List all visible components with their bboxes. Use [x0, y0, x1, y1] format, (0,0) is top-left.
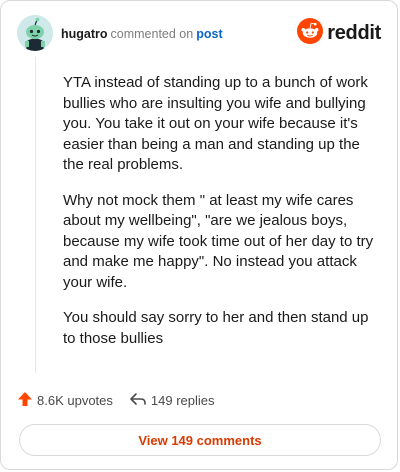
byline-action: commented on: [110, 27, 194, 41]
reply-count: 149 replies: [150, 392, 215, 408]
byline: hugatro commented on post: [61, 26, 223, 42]
comment-paragraph: YTA instead of standing up to a bunch of…: [63, 74, 368, 173]
reddit-wordmark: reddit: [327, 21, 381, 44]
comment-paragraph: You should say sorry to her and then sta…: [63, 309, 369, 347]
upvote-stat[interactable]: 8.6K upvotes: [17, 391, 113, 410]
comment-body: YTA instead of standing up to a bunch of…: [63, 73, 379, 364]
upvote-arrow-icon: [17, 391, 37, 410]
comment-footer: 8.6K upvotes 149 replies: [17, 389, 231, 411]
reply-stat[interactable]: 149 replies: [129, 391, 215, 410]
reddit-logo[interactable]: reddit: [297, 17, 381, 49]
reddit-logo-icon: [297, 17, 324, 49]
username-link[interactable]: hugatro: [61, 27, 108, 41]
snoo-avatar-icon[interactable]: [17, 15, 53, 51]
comment-paragraph: Why not mock them " at least my wife car…: [63, 191, 374, 291]
view-comments-button[interactable]: View 149 comments: [19, 424, 381, 456]
comment-header: hugatro commented on post reddit: [17, 15, 381, 55]
post-link[interactable]: post: [196, 27, 222, 41]
upvote-count: 8.6K upvotes: [37, 392, 113, 408]
reply-arrow-icon: [129, 391, 151, 410]
comment-card: hugatro commented on post reddit YTA ins…: [0, 0, 398, 470]
thread-line: [35, 57, 36, 373]
